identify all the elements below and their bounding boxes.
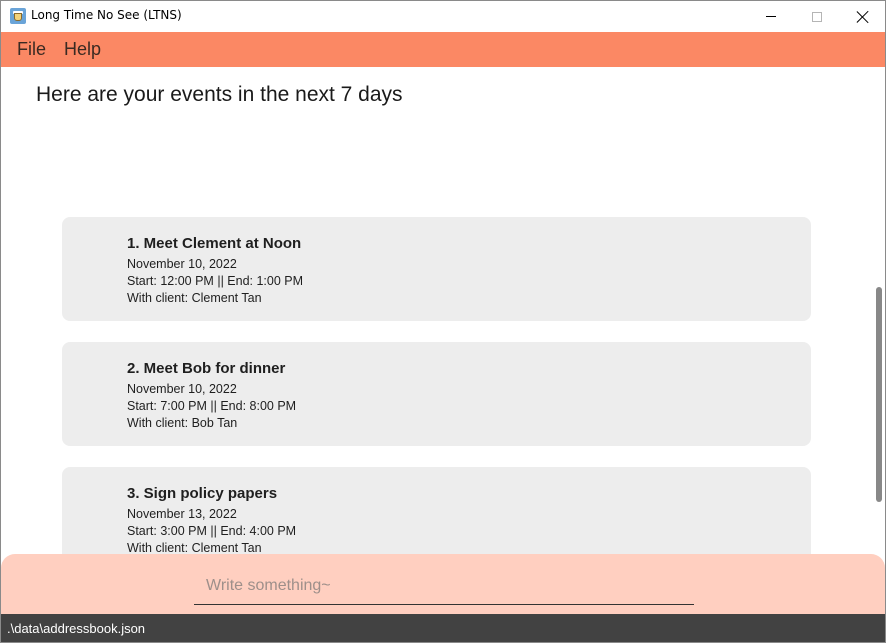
close-icon — [857, 11, 869, 23]
event-date: November 10, 2022 — [127, 382, 237, 396]
command-box — [1, 554, 885, 614]
coffee-cup-icon — [10, 8, 26, 24]
title-bar[interactable]: Long Time No See (LTNS) — [1, 1, 885, 32]
event-date: November 10, 2022 — [127, 257, 237, 271]
event-date: November 13, 2022 — [127, 507, 237, 521]
event-title: 3. Sign policy papers — [127, 485, 278, 502]
command-input[interactable] — [194, 567, 694, 605]
event-card[interactable]: 1. Meet Clement at Noon November 10, 202… — [62, 217, 811, 321]
scrollbar-thumb[interactable] — [876, 287, 882, 502]
minimize-icon — [766, 16, 776, 17]
page-title: Here are your events in the next 7 days — [36, 83, 403, 106]
event-time: Start: 3:00 PM || End: 4:00 PM — [127, 524, 297, 538]
maximize-button[interactable] — [794, 1, 840, 32]
event-client: With client: Bob Tan — [127, 416, 238, 430]
event-title: 1. Meet Clement at Noon — [127, 235, 302, 252]
event-client: With client: Clement Tan — [127, 291, 262, 305]
event-card[interactable]: 2. Meet Bob for dinner November 10, 2022… — [62, 342, 811, 446]
event-time: Start: 7:00 PM || End: 8:00 PM — [127, 399, 297, 413]
save-file-path: .\data\addressbook.json — [7, 621, 146, 636]
window-title: Long Time No See (LTNS) — [31, 8, 182, 22]
menu-help[interactable]: Help — [64, 39, 101, 60]
event-card[interactable]: 3. Sign policy papers November 13, 2022 … — [62, 467, 811, 554]
close-button[interactable] — [840, 1, 885, 32]
event-title: 2. Meet Bob for dinner — [127, 360, 286, 377]
status-bar: .\data\addressbook.json — [1, 614, 885, 642]
menu-bar: File Help — [1, 32, 885, 67]
maximize-icon — [812, 11, 822, 22]
event-client: With client: Clement Tan — [127, 541, 262, 554]
menu-file[interactable]: File — [17, 39, 46, 60]
event-list[interactable]: 1. Meet Clement at Noon November 10, 202… — [1, 111, 871, 554]
event-time: Start: 12:00 PM || End: 1:00 PM — [127, 274, 304, 288]
app-window: Long Time No See (LTNS) File Help Here a… — [0, 0, 886, 643]
minimize-button[interactable] — [748, 1, 794, 32]
